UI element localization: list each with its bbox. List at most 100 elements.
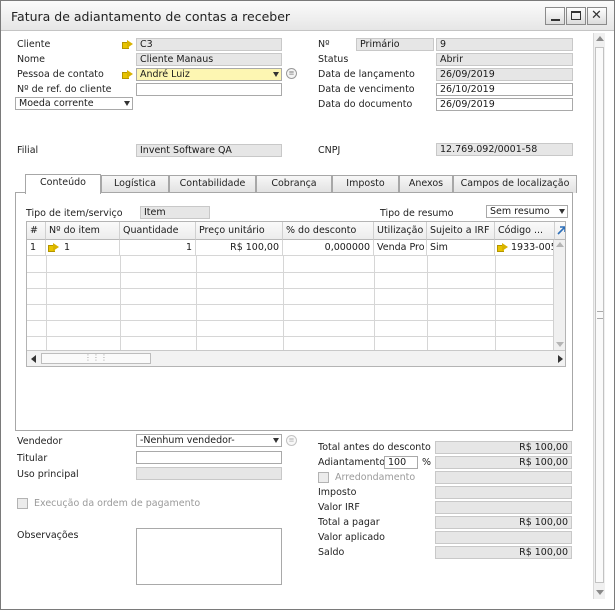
scroll-right-icon[interactable] [558, 355, 563, 363]
scroll-up-icon[interactable] [596, 36, 604, 41]
series-dropdown[interactable]: Primário [356, 38, 434, 51]
window-vertical-scrollbar[interactable] [593, 33, 605, 599]
pessoa-contato-dropdown[interactable]: André Luiz [136, 68, 282, 81]
cliente-link-arrow-icon[interactable] [122, 40, 133, 49]
sujeito-irf-cell[interactable]: Sim [427, 240, 495, 256]
valor-irf-field[interactable] [435, 501, 572, 514]
table-horizontal-scrollbar[interactable]: ⋮⋮⋮ [27, 350, 565, 366]
column-header[interactable]: Código ... [495, 222, 555, 240]
adiantamento-pct-input[interactable]: 100 [384, 456, 418, 469]
doc-number-field[interactable]: 9 [436, 38, 573, 51]
tab-logistica[interactable]: Logística [101, 175, 169, 193]
row-divider [27, 304, 555, 305]
utilizacao-cell[interactable]: Venda Pro [374, 240, 427, 256]
titular-input[interactable] [136, 451, 282, 464]
data-documento-input[interactable]: 26/09/2019 [436, 98, 573, 111]
tipo-resumo-value: Sem resumo [490, 206, 550, 217]
saldo-field[interactable]: R$ 100,00 [435, 546, 572, 559]
col-divider [495, 256, 496, 350]
info-icon[interactable]: ≡ [286, 435, 297, 446]
moeda-dropdown[interactable]: Moeda corrente [15, 97, 133, 110]
col-divider [427, 256, 428, 350]
scroll-up-icon[interactable] [556, 242, 564, 247]
adiantamento-field[interactable]: R$ 100,00 [435, 456, 572, 469]
cnpj-field[interactable]: 12.769.092/0001-58 [436, 143, 573, 156]
scroll-down-icon[interactable] [596, 590, 604, 595]
column-header[interactable]: Quantidade [120, 222, 196, 240]
tab-contabilidade[interactable]: Contabilidade [169, 175, 256, 193]
uso-principal-label: Uso principal [17, 469, 79, 480]
total-antes-field[interactable]: R$ 100,00 [435, 441, 572, 454]
uso-principal-field[interactable] [136, 467, 282, 480]
tab-conteudo[interactable]: Conteúdo [25, 174, 101, 194]
row-divider [27, 288, 555, 289]
arredondamento-checkbox[interactable] [318, 472, 329, 483]
column-header[interactable]: Sujeito a IRF [427, 222, 495, 240]
column-header[interactable]: Utilização [374, 222, 427, 240]
filial-label: Filial [17, 145, 39, 156]
chevron-down-icon [559, 209, 565, 214]
nome-label: Nome [17, 54, 46, 65]
nome-field[interactable]: Cliente Manaus [136, 53, 282, 66]
tipo-resumo-dropdown[interactable]: Sem resumo [486, 205, 568, 218]
valor-aplicado-field[interactable] [435, 531, 572, 544]
vendedor-value: -Nenhum vendedor- [140, 435, 235, 446]
chevron-down-icon [124, 101, 130, 106]
ref-cliente-label: Nº de ref. do cliente [17, 84, 112, 95]
status-field[interactable]: Abrir [436, 53, 573, 66]
column-header[interactable]: Nº do item [46, 222, 120, 240]
arredondamento-label: Arredondamento [335, 472, 416, 483]
cliente-field[interactable]: C3 [136, 38, 282, 51]
execucao-checkbox[interactable] [17, 498, 28, 509]
tab-imposto[interactable]: Imposto [332, 175, 399, 193]
column-header[interactable]: % do desconto [283, 222, 374, 240]
col-divider [374, 256, 375, 350]
item-number-cell[interactable]: 1 [46, 240, 120, 256]
chevron-down-icon [273, 72, 279, 77]
data-vencimento-input[interactable]: 26/10/2019 [436, 83, 573, 96]
row-divider [27, 320, 555, 321]
maximize-button[interactable] [566, 7, 586, 25]
arredondamento-field[interactable] [435, 471, 572, 484]
info-icon[interactable]: ≡ [286, 68, 297, 79]
vendedor-dropdown[interactable]: -Nenhum vendedor- [136, 434, 282, 447]
column-header[interactable]: Preço unitário [196, 222, 283, 240]
expand-icon[interactable] [555, 222, 565, 240]
filial-field[interactable]: Invent Software QA [136, 144, 282, 157]
valor-aplicado-label: Valor aplicado [318, 532, 385, 543]
row-divider [27, 272, 555, 273]
titular-label: Titular [17, 453, 48, 464]
tipo-item-dropdown[interactable]: Item [140, 206, 210, 219]
row-number: 1 [27, 240, 46, 256]
codigo-cell[interactable]: 1933-005 [495, 240, 555, 256]
imposto-field[interactable] [435, 486, 572, 499]
data-lancamento-label: Data de lançamento [318, 69, 415, 80]
col-divider [283, 256, 284, 350]
quantidade-cell[interactable]: 1 [120, 240, 196, 256]
data-lancamento-field[interactable]: 26/09/2019 [436, 68, 573, 81]
total-pagar-field[interactable]: R$ 100,00 [435, 516, 572, 529]
column-header[interactable]: # [27, 222, 46, 240]
tab-campos-localizacao[interactable]: Campos de localização [453, 175, 577, 193]
item-link-arrow-icon[interactable] [48, 243, 59, 252]
status-label: Status [318, 54, 349, 65]
pessoa-link-arrow-icon[interactable] [122, 70, 133, 79]
desconto-cell[interactable]: 0,000000 [283, 240, 374, 256]
close-button[interactable]: ✕ [587, 7, 607, 25]
ref-cliente-input[interactable] [136, 83, 282, 96]
tab-anexos[interactable]: Anexos [399, 175, 453, 193]
tab-cobranca[interactable]: Cobrança [256, 175, 332, 193]
table-vertical-scrollbar[interactable] [553, 240, 565, 350]
cliente-label: Cliente [17, 39, 51, 50]
preco-unitario-cell[interactable]: R$ 100,00 [196, 240, 283, 256]
minimize-button[interactable] [545, 7, 565, 25]
observacoes-textarea[interactable] [136, 528, 282, 585]
items-table: # Nº do item Quantidade Preço unitário %… [26, 221, 566, 367]
scroll-left-icon[interactable] [31, 355, 36, 363]
moeda-value: Moeda corrente [19, 98, 94, 109]
scroll-down-icon[interactable] [556, 342, 564, 347]
scroll-thumb[interactable]: ⋮⋮⋮ [41, 353, 151, 364]
scroll-thumb[interactable] [595, 47, 604, 583]
codigo-link-arrow-icon[interactable] [497, 243, 508, 252]
vendedor-label: Vendedor [17, 436, 63, 447]
